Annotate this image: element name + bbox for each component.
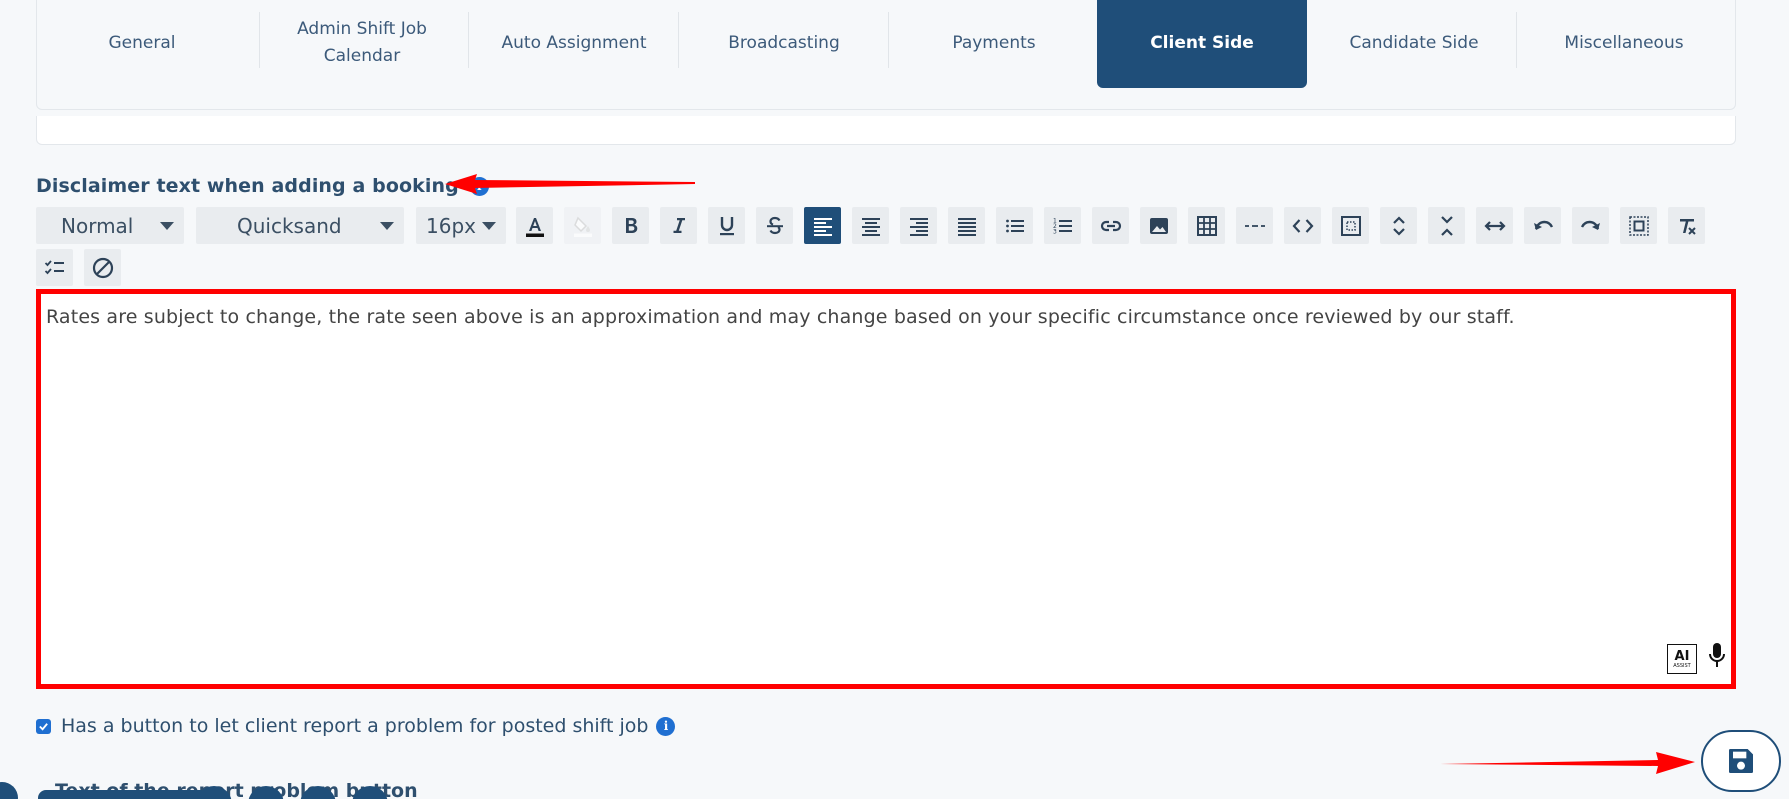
align-center-button[interactable] <box>852 207 889 244</box>
tab-auto-assignment[interactable]: Auto Assignment <box>469 0 679 88</box>
annotation-arrow-right <box>1440 752 1695 774</box>
save-button[interactable] <box>1701 730 1781 792</box>
clear-formatting-icon <box>1679 218 1696 235</box>
disclaimer-editor[interactable]: Rates are subject to change, the rate se… <box>36 289 1736 689</box>
horizontal-rule-button[interactable] <box>1236 207 1273 244</box>
chat-widget-edge[interactable] <box>0 782 18 799</box>
previous-text-field[interactable] <box>36 116 1736 145</box>
disable-button[interactable] <box>84 249 121 286</box>
insert-link-button[interactable] <box>1092 207 1129 244</box>
code-view-button[interactable] <box>1284 207 1321 244</box>
report-problem-checkbox[interactable] <box>36 718 51 734</box>
align-left-icon <box>813 217 832 236</box>
microphone-icon[interactable] <box>1707 642 1727 670</box>
chevron-down-icon <box>380 222 394 230</box>
heading-select-value: Normal <box>61 213 134 238</box>
ban-icon <box>92 257 113 278</box>
bullet-list-icon <box>1005 219 1024 232</box>
align-right-button[interactable] <box>900 207 937 244</box>
font-size-select-value: 16px <box>426 213 476 238</box>
show-blocks-icon <box>1340 215 1361 236</box>
report-problem-row: Has a button to let client report a prob… <box>36 715 676 737</box>
align-center-icon <box>861 217 880 236</box>
numbered-list-button[interactable]: 123 <box>1044 207 1081 244</box>
tab-miscellaneous[interactable]: Miscellaneous <box>1519 0 1729 88</box>
underline-button[interactable] <box>708 207 745 244</box>
align-right-icon <box>909 217 928 236</box>
horizontal-rule-icon <box>1244 224 1265 227</box>
paint-bucket-icon <box>573 216 592 237</box>
info-icon[interactable]: i <box>469 176 489 196</box>
disclaimer-label: Disclaimer text when adding a booking <box>36 175 459 197</box>
tab-candidate-side[interactable]: Candidate Side <box>1309 0 1519 88</box>
insert-image-button[interactable] <box>1140 207 1177 244</box>
numbered-list-icon: 123 <box>1053 217 1072 235</box>
underline-icon <box>719 216 734 235</box>
font-size-select[interactable]: 16px <box>416 207 506 244</box>
tab-general[interactable]: General <box>37 0 247 88</box>
align-justify-icon <box>957 217 976 236</box>
checklist-icon <box>44 259 64 274</box>
ai-assist-sublabel: ASSIST <box>1673 662 1691 669</box>
redo-button[interactable] <box>1572 207 1609 244</box>
bullet-list-button[interactable] <box>996 207 1033 244</box>
tab-separator <box>1516 12 1517 68</box>
strikethrough-icon <box>766 216 783 234</box>
table-icon <box>1196 215 1217 236</box>
editor-content[interactable]: Rates are subject to change, the rate se… <box>46 306 1515 328</box>
chevron-down-icon <box>482 222 496 230</box>
font-select-value: Quicksand <box>237 213 342 238</box>
text-color-button[interactable] <box>516 207 553 244</box>
check-icon <box>39 722 48 731</box>
disclaimer-label-row: Disclaimer text when adding a booking i <box>36 175 489 197</box>
strikethrough-button[interactable] <box>756 207 793 244</box>
arrows-horizontal-icon <box>1483 220 1506 231</box>
expand-button[interactable] <box>1380 207 1417 244</box>
italic-icon <box>673 217 685 233</box>
tab-broadcasting[interactable]: Broadcasting <box>679 0 889 88</box>
checklist-button[interactable] <box>36 249 73 286</box>
tab-admin-shift-job-calendar[interactable]: Admin Shift Job Calendar <box>257 0 467 88</box>
italic-button[interactable] <box>660 207 697 244</box>
image-icon <box>1149 217 1168 234</box>
heading-select[interactable]: Normal <box>36 207 184 244</box>
undo-icon <box>1533 220 1553 230</box>
svg-text:3: 3 <box>1053 228 1057 235</box>
settings-tabs: General Admin Shift Job Calendar Auto As… <box>36 0 1736 110</box>
redo-icon <box>1580 220 1600 230</box>
collapse-button[interactable] <box>1428 207 1465 244</box>
ai-assist-button[interactable]: AI ASSIST <box>1667 644 1697 674</box>
tab-client-side[interactable]: Client Side <box>1097 0 1307 88</box>
background-color-button[interactable] <box>564 207 601 244</box>
expand-vertical-icon <box>1392 215 1405 236</box>
ai-assist-label: AI <box>1674 648 1690 664</box>
undo-button[interactable] <box>1524 207 1561 244</box>
code-icon <box>1292 218 1313 233</box>
report-problem-label: Has a button to let client report a prob… <box>61 715 649 737</box>
align-left-button[interactable] <box>804 207 841 244</box>
align-justify-button[interactable] <box>948 207 985 244</box>
font-select[interactable]: Quicksand <box>196 207 404 244</box>
full-width-button[interactable] <box>1476 207 1513 244</box>
chevron-down-icon <box>160 222 174 230</box>
text-color-icon <box>525 217 544 237</box>
info-icon[interactable]: i <box>656 716 676 736</box>
select-all-button[interactable] <box>1620 207 1657 244</box>
bold-icon <box>625 217 637 233</box>
link-icon <box>1100 220 1121 231</box>
floppy-disk-icon <box>1729 749 1753 773</box>
show-blocks-button[interactable] <box>1332 207 1369 244</box>
bold-button[interactable] <box>612 207 649 244</box>
clear-formatting-button[interactable] <box>1668 207 1705 244</box>
insert-table-button[interactable] <box>1188 207 1225 244</box>
tab-payments[interactable]: Payments <box>889 0 1099 88</box>
collapse-vertical-icon <box>1440 215 1453 236</box>
floating-toolbar-edge <box>38 790 208 799</box>
select-all-icon <box>1628 215 1649 236</box>
